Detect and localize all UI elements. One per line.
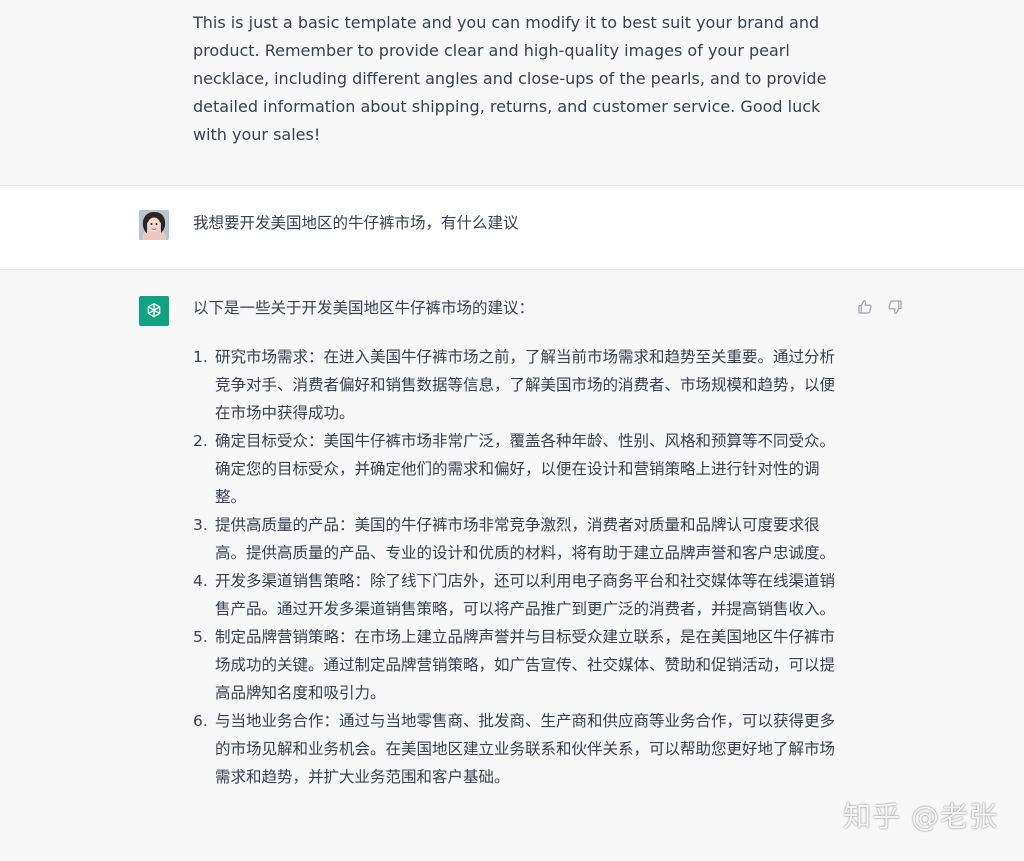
- list-item-number: 4.: [193, 572, 208, 590]
- list-item-number: 6.: [193, 712, 208, 730]
- previous-assistant-text: This is just a basic template and you ca…: [193, 13, 827, 144]
- feedback-buttons: [856, 298, 904, 316]
- list-item-text: 提供高质量的产品：美国的牛仔裤市场非常竞争激烈，消费者对质量和品牌认可度要求很高…: [215, 516, 836, 562]
- thumbs-down-icon[interactable]: [886, 298, 904, 316]
- user-message: 我想要开发美国地区的牛仔裤市场，有什么建议: [0, 185, 1024, 270]
- list-item: 4. 开发多渠道销售策略：除了线下门店外，还可以利用电子商务平台和社交媒体等在线…: [193, 567, 843, 623]
- list-item-text: 开发多渠道销售策略：除了线下门店外，还可以利用电子商务平台和社交媒体等在线渠道销…: [215, 572, 836, 618]
- list-item: 3. 提供高质量的产品：美国的牛仔裤市场非常竞争激烈，消费者对质量和品牌认可度要…: [193, 511, 843, 567]
- list-item: 1. 研究市场需求：在进入美国牛仔裤市场之前，了解当前市场需求和趋势至关重要。通…: [193, 343, 843, 427]
- list-item-number: 3.: [193, 516, 208, 534]
- thumbs-up-icon[interactable]: [856, 298, 874, 316]
- assistant-avatar: [139, 296, 169, 326]
- recommendation-list: 1. 研究市场需求：在进入美国牛仔裤市场之前，了解当前市场需求和趋势至关重要。通…: [193, 343, 843, 791]
- list-item-text: 制定品牌营销策略：在市场上建立品牌声誉并与目标受众建立联系，是在美国地区牛仔裤市…: [215, 628, 836, 702]
- chat-page: This is just a basic template and you ca…: [0, 0, 1024, 861]
- assistant-intro-text: 以下是一些关于开发美国地区牛仔裤市场的建议：: [193, 299, 535, 317]
- list-item-number: 5.: [193, 628, 208, 646]
- list-item: 2. 确定目标受众：美国牛仔裤市场非常广泛，覆盖各种年龄、性别、风格和预算等不同…: [193, 427, 843, 511]
- user-avatar: [139, 210, 169, 240]
- zhihu-watermark: 知乎 @老张: [843, 800, 998, 833]
- user-avatar-photo-icon: [139, 210, 169, 240]
- user-message-text: 我想要开发美国地区的牛仔裤市场，有什么建议: [193, 214, 519, 232]
- list-item-number: 1.: [193, 348, 208, 366]
- list-item-text: 确定目标受众：美国牛仔裤市场非常广泛，覆盖各种年龄、性别、风格和预算等不同受众。…: [215, 432, 836, 506]
- openai-logo-icon: [147, 303, 161, 318]
- list-item: 5. 制定品牌营销策略：在市场上建立品牌声誉并与目标受众建立联系，是在美国地区牛…: [193, 623, 843, 707]
- list-item: 6. 与当地业务合作：通过与当地零售商、批发商、生产商和供应商等业务合作，可以获…: [193, 707, 843, 791]
- assistant-message: 以下是一些关于开发美国地区牛仔裤市场的建议： 1. 研究市场需求：在进入美国牛仔…: [0, 270, 1024, 861]
- previous-assistant-message: This is just a basic template and you ca…: [0, 0, 1024, 185]
- list-item-number: 2.: [193, 432, 208, 450]
- list-item-text: 与当地业务合作：通过与当地零售商、批发商、生产商和供应商等业务合作，可以获得更多…: [215, 712, 836, 786]
- list-item-text: 研究市场需求：在进入美国牛仔裤市场之前，了解当前市场需求和趋势至关重要。通过分析…: [215, 348, 836, 422]
